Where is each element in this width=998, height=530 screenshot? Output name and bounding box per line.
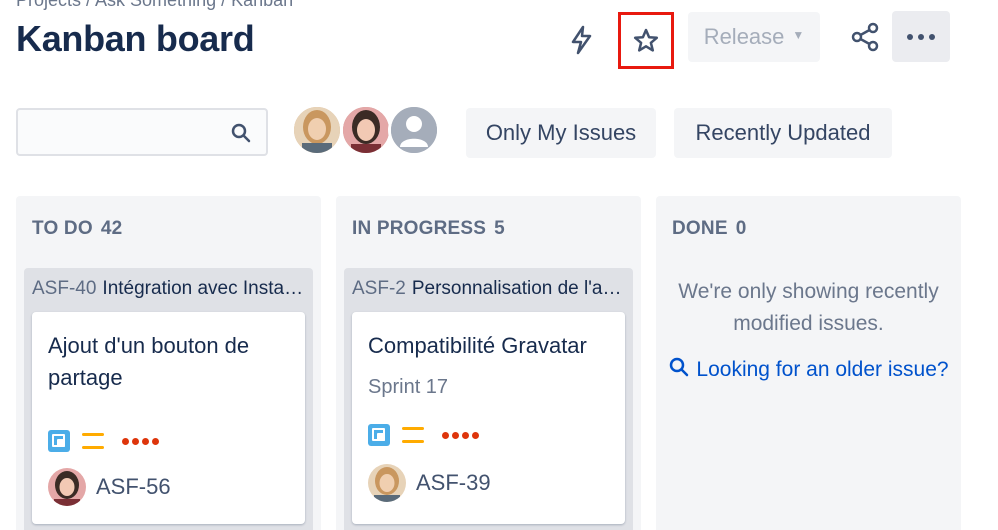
release-label: Release: [703, 24, 785, 49]
lightning-icon: [571, 25, 592, 55]
avatar: [368, 464, 406, 502]
issue-key: ASF-56: [96, 474, 171, 499]
priority-medium-icon: [82, 433, 104, 449]
avatar[interactable]: [340, 104, 392, 156]
column-header: DONE 0: [672, 218, 746, 240]
share-button[interactable]: [842, 14, 888, 60]
page-title: Kanban board: [16, 18, 255, 59]
sprint-label: Sprint 17: [368, 376, 449, 398]
swimlane: ASF-2 Personnalisation de l'avatar Compat…: [344, 268, 633, 530]
card-icons: [48, 430, 159, 452]
card-title: Ajout d'un bouton de partage: [48, 333, 250, 390]
more-icon: [907, 33, 935, 40]
share-icon: [851, 22, 879, 52]
empty-column-message: We're only showing recently modified iss…: [678, 280, 939, 335]
release-button[interactable]: Release ▼: [688, 12, 820, 62]
user-photo-icon: [343, 107, 389, 153]
avatar[interactable]: [291, 104, 343, 156]
column-count: 5: [494, 218, 505, 239]
column-todo: TO DO 42 ASF-40 Intégration avec Instagram…: [16, 196, 321, 530]
search-icon: [231, 123, 251, 143]
column-name: DONE: [672, 218, 728, 239]
column-done: DONE 0 We're only showing recently modifi…: [656, 196, 961, 530]
magnify-icon: [670, 358, 689, 377]
column-count: 42: [100, 218, 123, 239]
subtask-icon: [368, 424, 390, 446]
column-header: IN PROGRESS 5: [352, 218, 505, 240]
priority-medium-icon: [402, 427, 424, 443]
epic-key: ASF-2: [352, 278, 406, 299]
older-issues-link-label: Looking for an older issue?: [696, 358, 949, 381]
more-button[interactable]: [892, 11, 950, 62]
epic-key: ASF-40: [32, 278, 97, 299]
user-photo-icon: [368, 464, 406, 502]
column-count: 0: [735, 218, 747, 239]
user-default-icon: [391, 107, 437, 153]
column-name: TO DO: [32, 218, 93, 239]
only-my-issues-button[interactable]: Only My Issues: [466, 108, 656, 158]
search-input[interactable]: [16, 108, 268, 156]
issue-card[interactable]: Ajout d'un bouton de partage ASF-56: [32, 312, 305, 524]
card-icons: [368, 424, 479, 446]
story-points-icon: [442, 431, 479, 439]
column-header: TO DO 42: [32, 218, 122, 240]
subtask-icon: [48, 430, 70, 452]
epic-title: Intégration avec Instagram: [102, 278, 307, 299]
user-photo-icon: [294, 107, 340, 153]
avatar[interactable]: [388, 104, 440, 156]
card-title: Compatibilité Gravatar: [368, 333, 587, 358]
automation-button[interactable]: [560, 18, 604, 62]
issue-card[interactable]: Compatibilité Gravatar Sprint 17 ASF-39: [352, 312, 625, 524]
swimlane: ASF-40 Intégration avec Instagram Ajout d…: [24, 268, 313, 530]
star-icon: [633, 28, 659, 52]
column-in-progress: IN PROGRESS 5 ASF-2 Personnalisation de l'…: [336, 196, 641, 530]
user-photo-icon: [48, 468, 86, 506]
card-footer: ASF-56: [48, 468, 171, 506]
chevron-down-icon: ▼: [792, 28, 805, 42]
star-button[interactable]: [618, 12, 674, 69]
issue-key: ASF-39: [416, 470, 491, 495]
recently-updated-button[interactable]: Recently Updated: [674, 108, 892, 158]
story-points-icon: [122, 437, 159, 445]
card-footer: ASF-39: [368, 464, 491, 502]
epic-title: Personnalisation de l'avatar: [411, 278, 627, 299]
older-issues-link[interactable]: Looking for an older issue?: [656, 354, 961, 386]
swimlane-header[interactable]: ASF-40 Intégration avec Instagram: [32, 278, 307, 300]
breadcrumb[interactable]: Projects / Ask Something / Kanban: [16, 0, 293, 11]
avatar: [48, 468, 86, 506]
column-name: IN PROGRESS: [352, 218, 487, 239]
swimlane-header[interactable]: ASF-2 Personnalisation de l'avatar: [352, 278, 627, 300]
